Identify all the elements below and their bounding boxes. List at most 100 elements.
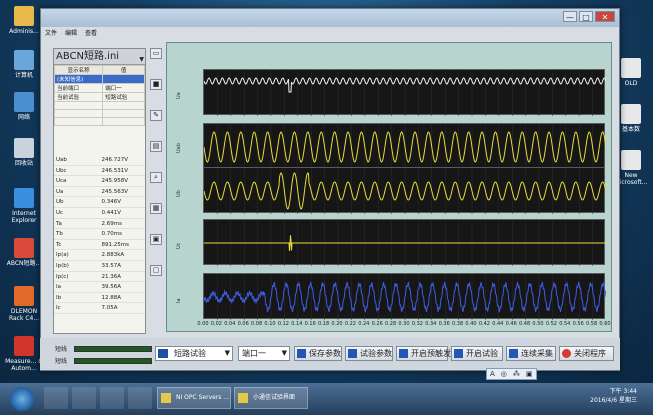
desktop-icon[interactable]: 网络 xyxy=(4,92,44,121)
test-params-button[interactable]: 试验参数 xyxy=(345,346,393,361)
maximize-button[interactable]: □ xyxy=(579,11,593,22)
save-params-button[interactable]: 保存参数 xyxy=(294,346,342,361)
param-value[interactable]: 短路试验 xyxy=(102,92,145,102)
desktop-icon[interactable]: ABCN短路... xyxy=(4,238,44,267)
desktop-shortcut-icon xyxy=(14,238,34,258)
x-tick-label: 0.44 xyxy=(492,321,504,327)
config-file-select[interactable]: ABCN短路.ini ▼ xyxy=(54,49,145,65)
x-tick-label: 0.18 xyxy=(318,321,330,327)
param-name: 当前试验 xyxy=(53,92,104,102)
param-header-value: 值 xyxy=(102,65,145,75)
minimize-button[interactable]: — xyxy=(563,11,577,22)
waveform-plot[interactable] xyxy=(203,219,606,266)
desktop-icon[interactable]: Internet Explorer xyxy=(4,188,44,224)
param-name: 当前端口 xyxy=(53,83,104,93)
x-tick-label: 0.52 xyxy=(545,321,557,327)
grid-tool-icon[interactable]: ▦ xyxy=(150,203,162,214)
list-item: Ta 2.69ms xyxy=(54,219,145,230)
x-tick-label: 0.06 xyxy=(237,321,249,327)
x-tick-label: 0.04 xyxy=(224,321,236,327)
taskbar-labview-icon[interactable] xyxy=(128,387,152,409)
menu-view[interactable]: 查看 xyxy=(85,28,97,38)
zoom-tool-icon[interactable]: ▭ xyxy=(150,48,162,59)
x-tick-label: 0.02 xyxy=(210,321,222,327)
export-tool-icon[interactable]: ▣ xyxy=(150,234,162,245)
taskbar-item-app[interactable]: 小通信试验界面 xyxy=(234,387,308,409)
x-tick-label: 0.46 xyxy=(505,321,517,327)
cursor-tool-icon[interactable]: ✎ xyxy=(150,110,162,121)
taskbar-ie-icon[interactable] xyxy=(44,387,68,409)
desktop-icon[interactable]: Adminis... xyxy=(4,6,44,35)
dropdown-arrow-icon[interactable]: ▼ xyxy=(139,52,144,68)
ime-soft-keyboard-icon[interactable]: ⁂ xyxy=(513,369,520,379)
continuous-acquire-button[interactable]: 连续采集 xyxy=(506,346,556,361)
waveform-plot[interactable] xyxy=(203,273,607,320)
magnifier-icon[interactable]: ⌕ xyxy=(150,172,162,183)
measurement-name: Ib xyxy=(56,294,62,301)
desktop-icon[interactable]: 回收站 xyxy=(4,138,44,167)
desktop-icon-label: Internet Explorer xyxy=(11,210,37,224)
test-type-value: 短路试验 xyxy=(174,349,206,358)
waveform-trace-svg xyxy=(203,274,607,320)
list-item: Uc 0.441V xyxy=(54,208,145,219)
image-tool-icon[interactable]: ▤ xyxy=(150,141,162,152)
table-row[interactable]: 当前端口 端口一 xyxy=(53,83,145,93)
plot-y-label: Ub xyxy=(176,190,182,197)
x-tick-label: 0.38 xyxy=(452,321,464,327)
chevron-down-icon: ▼ xyxy=(224,349,230,357)
settings-icon xyxy=(348,349,357,358)
param-value[interactable]: 端口一 xyxy=(102,83,145,93)
table-row[interactable]: 当前试验 短路试验 xyxy=(53,92,145,102)
measurement-name: Tb xyxy=(56,231,63,238)
taskbar: NI OPC Servers ... 小通信试验界面 下午 3:44 2016/… xyxy=(0,383,653,415)
measurement-value: 246.531V xyxy=(101,167,129,174)
start-test-button[interactable]: 开启试验 xyxy=(451,346,503,361)
test-type-select[interactable]: 短路试验 ▼ xyxy=(155,346,233,361)
desktop-icon[interactable]: DLEMON Rack C4... xyxy=(4,286,44,322)
waveform-plot[interactable] xyxy=(203,123,607,170)
desktop-icon[interactable]: Measure... & Autom... xyxy=(4,336,44,372)
exit-program-button[interactable]: 关闭程序 xyxy=(559,346,614,361)
measurement-value: 33.57A xyxy=(101,262,122,269)
x-tick-label: 0.56 xyxy=(572,321,584,327)
taskbar-item-opc[interactable]: NI OPC Servers ... xyxy=(157,387,231,409)
list-item: Ic 7.05A xyxy=(54,303,145,314)
ime-mode-icon[interactable]: A xyxy=(490,369,495,379)
measurement-value: 0.441V xyxy=(101,209,122,216)
list-item: Ubc 246.531V xyxy=(54,166,145,177)
table-row[interactable]: (未知信息) xyxy=(53,74,145,84)
list-item: Ub 0.346V xyxy=(54,197,145,208)
status-indicator-2 xyxy=(74,358,152,364)
pan-tool-icon[interactable]: ■ xyxy=(150,79,162,90)
control-bar: 短线 短线 短路试验 ▼ 端口一 ▼ 保存参数 试验参数 开启预触发 开启试验 … xyxy=(40,338,620,370)
menu-file[interactable]: 文件 xyxy=(45,28,57,38)
measurement-value: 2.69ms xyxy=(101,220,122,227)
menu-edit[interactable]: 编辑 xyxy=(65,28,77,38)
start-button[interactable] xyxy=(10,387,34,411)
print-tool-icon[interactable]: ▢ xyxy=(150,265,162,276)
measurement-name: Ic xyxy=(56,305,61,312)
desktop-icon[interactable]: 计算机 xyxy=(4,50,44,79)
ime-toolbar[interactable]: A ◎ ⁂ ▣ xyxy=(486,368,537,380)
desktop-icon-label: DLEMON Rack C4... xyxy=(8,308,40,322)
desktop-shortcut-icon xyxy=(14,92,34,112)
ime-menu-icon[interactable]: ▣ xyxy=(526,369,533,379)
x-tick-label: 0.16 xyxy=(304,321,316,327)
taskbar-folder-icon[interactable] xyxy=(100,387,124,409)
port-select[interactable]: 端口一 ▼ xyxy=(238,346,290,361)
measurement-name: Ua xyxy=(56,188,64,195)
waveform-plot[interactable] xyxy=(203,69,607,116)
waveform-plot[interactable] xyxy=(203,167,607,214)
x-tick-label: 0.22 xyxy=(344,321,356,327)
close-button[interactable]: ✕ xyxy=(595,11,615,22)
desktop-icon-label: ABCN短路... xyxy=(6,260,42,267)
window-titlebar[interactable]: — □ ✕ xyxy=(41,9,619,27)
desktop-shortcut-icon xyxy=(14,6,34,26)
list-item: Tc 891.25ms xyxy=(54,240,145,251)
pretrigger-button[interactable]: 开启预触发 xyxy=(396,346,451,361)
taskbar-explorer-icon[interactable] xyxy=(72,387,96,409)
measurement-name: Ip(b) xyxy=(56,262,69,269)
param-value[interactable] xyxy=(102,74,145,84)
system-clock[interactable]: 下午 3:44 2016/4/6 星期三 xyxy=(590,387,637,405)
ime-punct-icon[interactable]: ◎ xyxy=(501,369,507,379)
